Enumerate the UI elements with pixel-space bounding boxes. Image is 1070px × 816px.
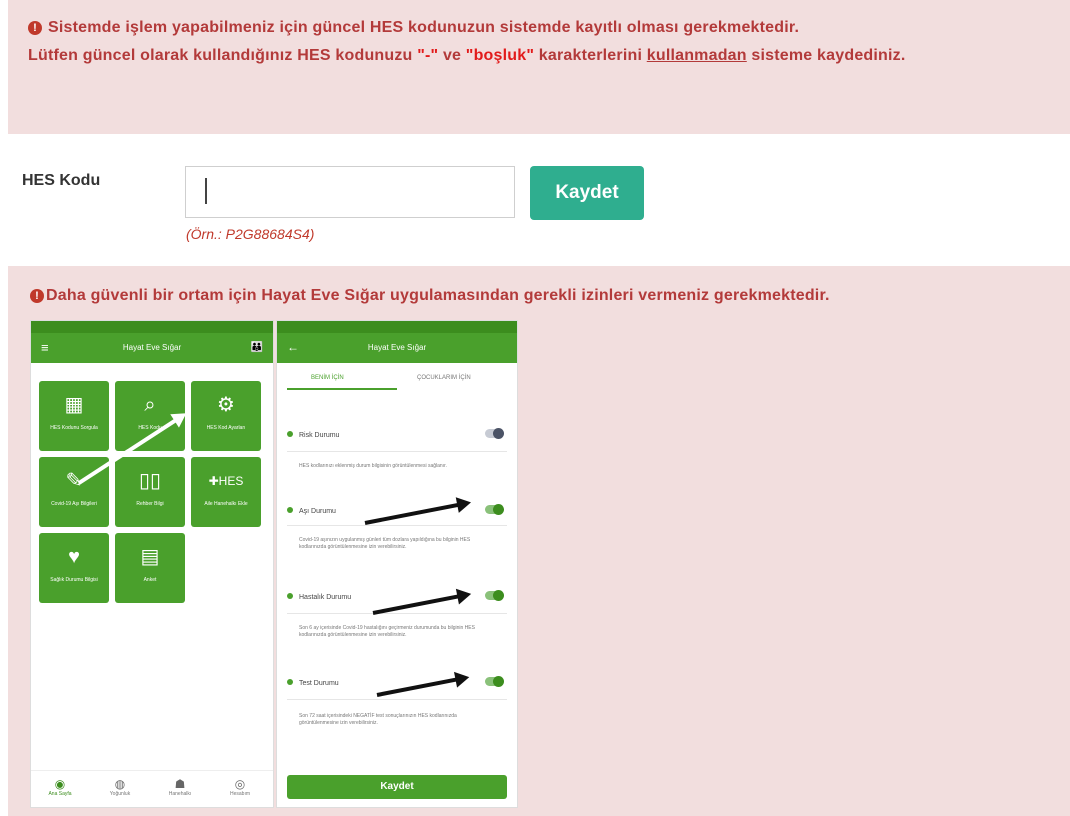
divider [287,525,507,526]
nav-label: Hanehalkı [168,791,192,797]
row-description: Covid-19 aşınızın uygulanmış günleri tüm… [299,537,471,550]
nav-label: Yoğunluk [109,791,131,797]
book-icon: ▯▯ [138,470,161,492]
row-label: Hastalık Durumu [299,594,352,601]
row-risk-status: Risk Durumu [287,428,507,439]
alert-line-2: Lütfen güncel olarak kullandığınız HES k… [28,47,418,64]
tile-hes-settings: ⚙ HES Kod Ayarları [191,381,261,451]
row-test-status: Test Durumu [287,676,507,687]
status-dot-icon [287,679,293,685]
row-description: HES kodlarınızı eklenmiş durum bilgisini… [299,463,447,469]
tile-label: HES Kodu [138,425,162,431]
tile-label: Aile Hanehalkı Ekle [204,501,248,507]
tile-label: Sağlık Durumu Bilgisi [50,577,98,583]
hes-code-input[interactable] [185,166,515,218]
alert-message: ! Sistemde işlem yapabilmeniz için güncel… [28,14,1050,70]
nav-household: ☗ Hanehalkı [155,777,205,797]
test-toggle [485,676,504,687]
row-description: Son 6 ay içerisinde Covid-19 hastalığını… [299,625,475,638]
status-bar [277,321,517,333]
save-button[interactable]: Kaydet [530,166,644,220]
status-dot-icon [287,507,293,513]
tile-survey: ▤ Anket [115,533,185,603]
alert-connector: ve [438,47,466,64]
illness-toggle [485,590,504,601]
compass-icon: ◍ [114,777,126,791]
permission-message: ! Daha güvenli bir ortam için Hayat Eve S… [30,286,1056,306]
space-char: "boşluk" [465,47,535,64]
row-label: Aşı Durumu [299,508,336,515]
tile-label: HES Kod Ayarları [206,425,246,431]
alert-underlined: kullanmadan [646,47,747,64]
text-cursor [205,178,207,204]
exclamation-icon: ! [30,289,44,303]
app-bar: ← Hayat Eve Sığar [277,333,517,363]
active-tab-indicator [287,388,397,390]
dash-char: "-" [417,47,439,64]
people-icon: 👪 [250,342,263,353]
risk-toggle [485,428,504,439]
nav-account: ◎ Hesabım [215,777,265,797]
nav-label: Hesabım [229,791,250,797]
tile-label: HES Kodunu Sorgula [50,425,98,431]
app-save-button: Kaydet [287,775,507,799]
tab-for-children: ÇOCUKLARIM İÇİN [417,375,471,381]
tile-hes-query: ▦ HES Kodunu Sorgula [39,381,109,451]
tile-guide: ▯▯ Rehber Bilgi [115,457,185,527]
alert-line-3: sisteme kaydediniz. [746,47,906,64]
bottom-nav: ◉ Ana Sayfa ◍ Yoğunluk ☗ Hanehalkı ◎ Hesabım [31,770,273,807]
people-icon: ✚HES [208,474,244,488]
qr-icon: ▦ [64,394,84,416]
exclamation-icon: ! [28,21,42,35]
row-label: Risk Durumu [299,432,340,439]
status-dot-icon [287,593,293,599]
permission-text: Daha güvenli bir ortam için Hayat Eve Sı… [46,287,830,304]
app-title: Hayat Eve Sığar [367,343,427,352]
alert-line-2b: karakterlerini [534,47,647,64]
home-icon [287,431,293,437]
heart-icon: ♥ [68,546,80,568]
divider [287,451,507,452]
tile-health: ♥ Sağlık Durumu Bilgisi [39,533,109,603]
divider [287,613,507,614]
vaccine-toggle [485,504,504,515]
tile-label: Rehber Bilgi [136,501,164,507]
tile-label: Covid-19 Aşı Bilgileri [51,501,97,507]
tab-for-me: BENİM İÇİN [311,375,344,381]
family-icon: ☗ [174,777,186,791]
tab-bar: BENİM İÇİN ÇOCUKLARIM İÇİN [277,363,517,391]
divider [287,699,507,700]
user-icon: ◎ [234,777,246,791]
status-bar [31,321,273,333]
clipboard-icon: ▤ [140,546,160,568]
hes-code-label: HES Kodu [22,172,101,189]
tile-label: Anket [143,577,157,583]
app-title: Hayat Eve Sığar [122,343,182,352]
nav-label: Ana Sayfa [48,791,72,797]
home-icon: ◉ [54,777,66,791]
nav-home: ◉ Ana Sayfa [35,777,85,797]
app-screenshot-permissions: ← Hayat Eve Sığar BENİM İÇİN ÇOCUKLARIM … [276,320,518,808]
app-bar: ≡ Hayat Eve Sığar 👪 [31,333,273,363]
app-screenshot-home: ≡ Hayat Eve Sığar 👪 ▦ HES Kodunu Sorgula … [30,320,274,808]
row-label: Test Durumu [299,680,339,687]
gear-icon: ⚙ [217,394,235,416]
nav-density: ◍ Yoğunluk [95,777,145,797]
tile-household: ✚HES Aile Hanehalkı Ekle [191,457,261,527]
row-description: Son 72 saat içerisindeki NEGATİF test so… [299,713,457,726]
alert-line-1: Sistemde işlem yapabilmeniz için güncel … [48,19,800,36]
row-illness-status: Hastalık Durumu [287,590,507,601]
hes-requirement-alert: ! Sistemde işlem yapabilmeniz için güncel… [8,0,1070,134]
example-hint: (Örn.: P2G88684S4) [186,226,315,242]
